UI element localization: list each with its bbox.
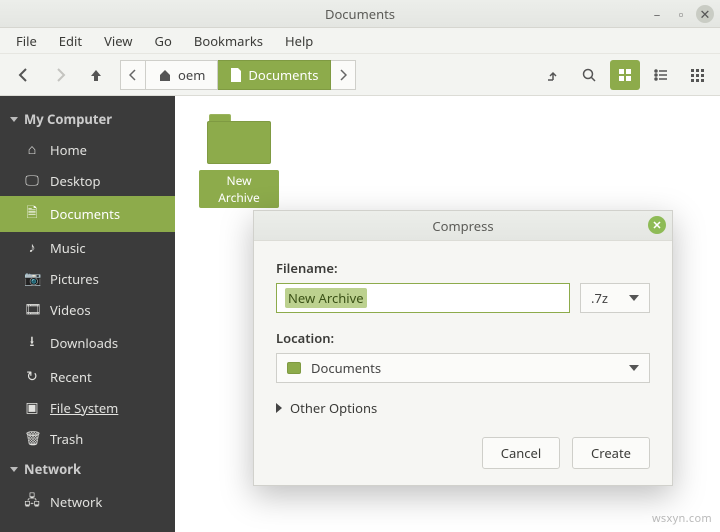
menu-file[interactable]: File [6,29,47,53]
filename-input[interactable]: New Archive [276,283,570,313]
home-icon: ⌂ [24,140,40,159]
menu-view[interactable]: View [94,29,142,53]
path-back-segment[interactable] [120,60,146,90]
downloads-icon: ⭳ [24,331,40,355]
home-icon [158,68,172,82]
sidebar-item-trash[interactable]: 🗑Trash [0,423,175,454]
desktop-icon: 🖵 [24,171,40,190]
search-button[interactable] [574,60,604,90]
sidebar-item-downloads[interactable]: ⭳Downloads [0,325,175,361]
sidebar-item-filesystem[interactable]: ▣File System [0,392,175,423]
path-home[interactable]: oem [146,60,218,90]
folder-icon [207,114,271,164]
dialog-title: Compress [432,217,493,235]
sidebar-item-videos[interactable]: 🎞Videos [0,294,175,325]
disk-icon: ▣ [24,398,40,417]
menu-edit[interactable]: Edit [49,29,92,53]
sidebar-item-documents[interactable]: 🗎Documents [0,196,175,232]
filename-value: New Archive [285,288,367,308]
forward-button[interactable] [44,59,76,91]
pictures-icon: 📷 [24,269,40,288]
up-button[interactable] [80,59,112,91]
minimize-button[interactable]: – [648,5,666,23]
videos-icon: 🎞 [24,300,40,319]
folder-icon [287,362,301,374]
menu-bookmarks[interactable]: Bookmarks [184,29,273,53]
location-label: Location: [276,329,650,347]
path-current-label: Documents [248,66,318,84]
toolbar: oem Documents [0,54,720,96]
dialog-actions: Cancel Create [276,437,650,469]
chevron-right-icon [276,403,282,413]
folder-item[interactable]: New Archive [199,114,279,208]
toggle-location-button[interactable] [538,60,568,90]
menubar: File Edit View Go Bookmarks Help [0,28,720,54]
sidebar-item-desktop[interactable]: 🖵Desktop [0,165,175,196]
titlebar: Documents – ▫ ✕ [0,0,720,28]
path-forward-segment[interactable] [331,60,356,90]
music-icon: ♪ [24,238,40,257]
watermark: wsxyn.com [652,511,712,526]
sidebar-item-pictures[interactable]: 📷Pictures [0,263,175,294]
pathbar: oem Documents [120,60,356,90]
sidebar-item-home[interactable]: ⌂Home [0,134,175,165]
close-button[interactable]: ✕ [696,5,714,23]
location-dropdown[interactable]: Documents [276,353,650,383]
chevron-down-icon [629,365,639,371]
compress-dialog: Compress ✕ Filename: New Archive .7z Loc… [253,210,673,486]
dialog-titlebar: Compress ✕ [254,211,672,241]
folder-label: New Archive [199,170,279,208]
dialog-close-button[interactable]: ✕ [648,216,666,234]
list-view-button[interactable] [646,60,676,90]
menu-help[interactable]: Help [275,29,323,53]
sidebar-section-network[interactable]: Network [0,454,175,484]
sidebar-item-network[interactable]: 🖧Network [0,484,175,520]
format-value: .7z [591,289,608,307]
menu-go[interactable]: Go [145,29,182,53]
compact-view-button[interactable] [682,60,712,90]
chevron-down-icon [10,467,18,472]
maximize-button[interactable]: ▫ [672,5,690,23]
recent-icon: ↻ [24,367,40,386]
trash-icon: 🗑 [24,429,40,448]
document-icon: 🗎 [24,202,40,226]
window-title: Documents [325,5,395,23]
sidebar: My Computer ⌂Home 🖵Desktop 🗎Documents ♪M… [0,96,175,532]
document-icon [230,68,242,82]
chevron-down-icon [10,117,18,122]
sidebar-item-recent[interactable]: ↻Recent [0,361,175,392]
path-current[interactable]: Documents [218,60,331,90]
view-controls [538,60,712,90]
location-value: Documents [311,359,381,377]
chevron-down-icon [629,295,639,301]
window-controls: – ▫ ✕ [648,5,714,23]
format-dropdown[interactable]: .7z [580,283,650,313]
sidebar-item-music[interactable]: ♪Music [0,232,175,263]
path-home-label: oem [178,66,205,84]
filename-label: Filename: [276,259,650,277]
create-button[interactable]: Create [572,437,650,469]
sidebar-section-computer[interactable]: My Computer [0,104,175,134]
back-button[interactable] [8,59,40,91]
other-options-toggle[interactable]: Other Options [276,399,650,417]
network-icon: 🖧 [24,490,40,514]
cancel-button[interactable]: Cancel [482,437,560,469]
icon-view-button[interactable] [610,60,640,90]
